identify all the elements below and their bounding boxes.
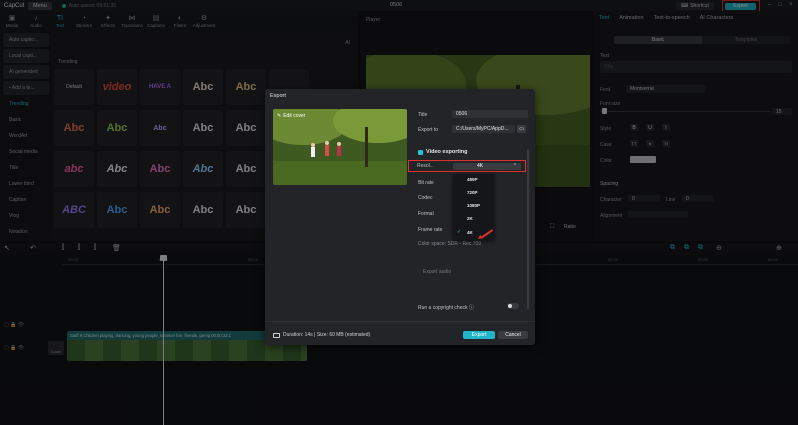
option-480p[interactable]: 480P: [467, 177, 478, 182]
export-audio-checkbox[interactable]: Export audio: [423, 269, 451, 275]
resolution-dropdown: 480P 720P 1080P 2K ✓ 4K: [453, 174, 494, 240]
framerate-label: Frame rate: [418, 227, 443, 233]
resolution-highlight-box: Resol... 4K ⌃: [408, 160, 526, 172]
duration-info: Duration: 14s | Size: 60 MB (estimated): [273, 332, 370, 338]
copyright-toggle[interactable]: [507, 303, 519, 309]
duration-text: Duration: 14s | Size: 60 MB (estimated): [283, 332, 371, 338]
copyright-text: Run a copyright check: [418, 305, 468, 311]
check-icon: ✓: [457, 229, 462, 235]
export-to-label: Export to: [418, 127, 439, 133]
cover-scene: [273, 109, 407, 185]
folder-icon[interactable]: ▭: [517, 125, 526, 133]
chevron-up-icon: ⌃: [512, 163, 517, 169]
format-label: Format: [418, 211, 434, 217]
resolution-value: 4K: [477, 163, 484, 169]
dialog-footer: Duration: 14s | Size: 60 MB (estimated) …: [265, 321, 535, 345]
resolution-select[interactable]: 4K ⌃: [453, 162, 521, 170]
dialog-scrollbar[interactable]: [527, 149, 529, 309]
codec-label: Codec: [418, 195, 433, 201]
option-4k[interactable]: 4K: [467, 230, 473, 235]
export-path-input[interactable]: C:/Users/MyPC/AppD...: [452, 125, 515, 133]
colorspace-label: Color space: SDR - Rec.709: [418, 241, 482, 247]
edit-cover-label: Edit cover: [283, 113, 306, 119]
video-exporting-checkbox[interactable]: Video exporting: [418, 149, 467, 155]
info-icon: ⓘ: [468, 305, 474, 311]
export-dialog: Export ✎ Edit cover Title 0506 Export to…: [265, 89, 535, 345]
bitrate-label: Bit rate: [418, 180, 434, 186]
video-exporting-label: Video exporting: [426, 149, 468, 155]
cancel-button[interactable]: Cancel: [498, 331, 528, 339]
title-label: Title: [418, 112, 428, 118]
pencil-icon: ✎: [277, 113, 282, 119]
edit-cover-button[interactable]: ✎ Edit cover: [277, 113, 305, 119]
option-720p[interactable]: 720P: [467, 190, 478, 195]
cover-thumbnail[interactable]: ✎ Edit cover: [273, 109, 407, 185]
title-input[interactable]: 0506: [452, 110, 528, 118]
film-icon: [273, 332, 280, 338]
option-2k[interactable]: 2K: [467, 216, 473, 221]
export-dialog-title: Export: [270, 93, 286, 99]
export-button[interactable]: Export: [463, 331, 495, 339]
option-1080p[interactable]: 1080P: [467, 203, 480, 208]
copyright-check-label: Run a copyright check ⓘ: [418, 304, 474, 311]
checkbox-checked-icon: [418, 149, 423, 155]
resolution-label: Resol...: [417, 163, 434, 169]
